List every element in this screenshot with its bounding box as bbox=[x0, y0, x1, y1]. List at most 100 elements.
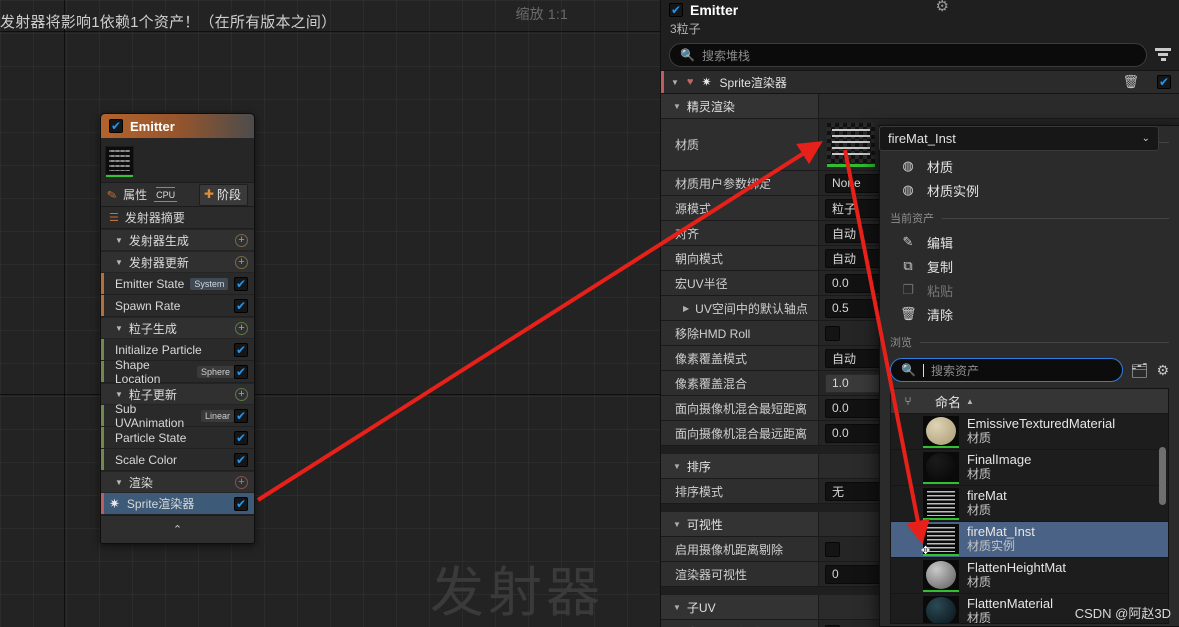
emitter-group-row[interactable]: ▼ 粒子生成 + bbox=[101, 317, 254, 339]
chevron-down-icon[interactable]: ▼ bbox=[115, 236, 123, 245]
asset-thumbnail: ✥ bbox=[921, 523, 959, 557]
module-enable-checkbox[interactable]: ✔ bbox=[234, 364, 248, 379]
emitter-summary-row[interactable]: ☰ 发射器摘要 bbox=[101, 207, 254, 229]
asset-list-item[interactable]: FlattenHeightMat 材质 bbox=[891, 558, 1168, 594]
emitter-renderer-row[interactable]: ✷ Sprite渲染器 ✔ bbox=[101, 493, 254, 515]
sprite-renderer-header[interactable]: ▼ ♥ ✷ Sprite渲染器 🗑 ✔ bbox=[661, 70, 1179, 94]
module-enable-checkbox[interactable]: ✔ bbox=[234, 430, 248, 445]
text-caret bbox=[922, 363, 924, 377]
picker-menu-item[interactable]: 🗑 清除 bbox=[880, 302, 1179, 326]
trash-icon[interactable]: 🗑 bbox=[1122, 74, 1139, 90]
emitter-module-row[interactable]: Scale Color ✔ bbox=[101, 449, 254, 471]
asset-list-item[interactable]: ✥ fireMat_Inst 材质实例 bbox=[891, 522, 1168, 558]
property-label-cell: 像素覆盖模式 bbox=[661, 346, 819, 370]
filter-icon[interactable] bbox=[1155, 48, 1171, 62]
add-module-button[interactable]: + bbox=[235, 233, 248, 247]
module-enable-checkbox[interactable]: ✔ bbox=[234, 298, 248, 313]
chevron-down-icon[interactable]: ▼ bbox=[115, 324, 123, 333]
details-emitter-title: Emitter bbox=[690, 2, 739, 18]
chevron-down-icon[interactable]: ▼ bbox=[671, 78, 679, 87]
emitter-properties-label[interactable]: 属性 bbox=[123, 186, 147, 203]
asset-search-input[interactable]: 🔍 搜索资产 bbox=[890, 358, 1123, 382]
asset-name-column-header[interactable]: 命名 ▲ bbox=[925, 392, 1168, 411]
settings-icon[interactable]: ⚙ bbox=[1156, 362, 1169, 379]
browse-icon[interactable]: 🗂 bbox=[1131, 362, 1149, 379]
renderer-enable-checkbox[interactable]: ✔ bbox=[234, 496, 248, 511]
warning-banner-text: 发射器将影响1依赖1个资产！（在所有版本之间） bbox=[0, 13, 337, 31]
picker-menu-item[interactable]: ◍ 材质 bbox=[880, 154, 1179, 178]
thumbnail-type-bar bbox=[923, 589, 959, 592]
emitter-module-row[interactable]: Spawn Rate ✔ bbox=[101, 295, 254, 317]
add-module-button[interactable]: + bbox=[235, 321, 248, 335]
material-asset-combo[interactable]: fireMat_Inst ⌄ bbox=[879, 126, 1159, 151]
emitter-module-row[interactable]: Emitter State System ✔ bbox=[101, 273, 254, 295]
details-panel: ✔ Emitter ⚙ 3粒子 🔍 搜索堆栈 ▼ ♥ ✷ Sprite渲染器 🗑… bbox=[660, 0, 1179, 627]
module-enable-checkbox[interactable]: ✔ bbox=[234, 342, 248, 357]
emitter-node[interactable]: ✔ Emitter ✎ 属性 CPU ✚ 阶段 ☰ 发射器摘要 ▼ 发射器生成 + ▼… bbox=[100, 113, 255, 544]
property-label: 材质 bbox=[675, 138, 700, 152]
asset-list-scrollbar[interactable] bbox=[1159, 447, 1166, 505]
picker-menu-item-label: 粘贴 bbox=[927, 283, 954, 299]
stack-search-input[interactable]: 🔍 搜索堆栈 bbox=[669, 43, 1147, 67]
module-enable-checkbox[interactable]: ✔ bbox=[234, 452, 248, 467]
chevron-down-icon[interactable]: ▼ bbox=[115, 258, 123, 267]
renderer-enable-checkbox[interactable]: ✔ bbox=[1157, 75, 1171, 89]
emitter-group-row[interactable]: ▼ 渲染 + bbox=[101, 471, 254, 493]
chevron-down-icon[interactable]: ▼ bbox=[115, 478, 123, 487]
emitter-module-row[interactable]: Sub UVAnimation Linear ✔ bbox=[101, 402, 254, 430]
asset-list-item[interactable]: EmissiveTexturedMaterial 材质 bbox=[891, 414, 1168, 450]
emitter-module-row[interactable]: Particle State ✔ bbox=[101, 427, 254, 449]
chevron-right-icon[interactable]: ▶ bbox=[683, 304, 689, 313]
asset-list[interactable]: ⑂ 命名 ▲ EmissiveTexturedMaterial 材质 FinalIm… bbox=[890, 388, 1169, 624]
add-module-button[interactable]: + bbox=[235, 475, 248, 489]
property-label: 子UV bbox=[686, 600, 716, 615]
material-thumbnail[interactable] bbox=[827, 123, 875, 167]
renderer-accent-bar bbox=[101, 493, 104, 514]
asset-list-item[interactable]: FinalImage 材质 bbox=[891, 450, 1168, 486]
add-stage-button[interactable]: ✚ 阶段 bbox=[198, 183, 248, 206]
asset-type: 材质 bbox=[967, 611, 992, 624]
emitter-module-row[interactable]: Shape Location Sphere ✔ bbox=[101, 358, 254, 386]
picker-menu-item[interactable]: ✎ 编辑 bbox=[880, 230, 1179, 254]
emitter-node-toolbar[interactable]: ✎ 属性 CPU ✚ 阶段 bbox=[101, 182, 254, 207]
emitter-enable-checkbox[interactable]: ✔ bbox=[109, 119, 123, 133]
chevron-down-icon[interactable]: ▼ bbox=[673, 102, 681, 111]
chevron-down-icon[interactable]: ▼ bbox=[115, 390, 123, 399]
asset-name: EmissiveTexturedMaterial bbox=[967, 416, 1116, 432]
asset-type: 材质 bbox=[967, 431, 992, 446]
module-accent-bar bbox=[101, 273, 104, 294]
chevron-down-icon[interactable]: ▼ bbox=[673, 462, 681, 471]
emitter-group-label: 渲染 bbox=[128, 475, 153, 490]
tree-icon[interactable]: ⑂ bbox=[891, 394, 925, 408]
thumbnail-pattern bbox=[832, 129, 870, 159]
thumbnail-type-bar bbox=[923, 481, 959, 484]
picker-section-browse: 浏览 bbox=[880, 330, 1179, 354]
emitter-group-row[interactable]: ▼ 发射器生成 + bbox=[101, 229, 254, 251]
picker-menu-item[interactable]: ◍ 材质实例 bbox=[880, 178, 1179, 202]
property-label-cell: 材质用户参数绑定 bbox=[661, 171, 819, 195]
property-label-cell: ▼ 子UV bbox=[661, 595, 819, 619]
property-label: 已启用子UV混合 bbox=[675, 624, 764, 627]
emitter-group-row[interactable]: ▼ 发射器更新 + bbox=[101, 251, 254, 273]
property-label-cell: 渲染器可视性 bbox=[661, 562, 819, 586]
property-label-cell: ▼ 排序 bbox=[661, 454, 819, 478]
add-module-button[interactable]: + bbox=[235, 255, 248, 269]
add-module-button[interactable]: + bbox=[235, 387, 248, 401]
property-checkbox[interactable] bbox=[825, 325, 840, 341]
chevron-down-icon[interactable]: ▼ bbox=[673, 520, 681, 529]
property-section-header[interactable]: ▼ 精灵渲染 bbox=[661, 94, 1179, 119]
property-checkbox[interactable] bbox=[825, 541, 840, 557]
module-enable-checkbox[interactable]: ✔ bbox=[234, 408, 248, 423]
details-emitter-checkbox[interactable]: ✔ bbox=[669, 3, 683, 17]
property-label-cell: 像素覆盖混合 bbox=[661, 371, 819, 395]
gear-icon[interactable]: ⚙ bbox=[936, 0, 949, 15]
emitter-collapse-button[interactable]: ⌃ bbox=[101, 515, 254, 543]
emitter-node-header[interactable]: ✔ Emitter bbox=[101, 114, 254, 138]
graph-canvas[interactable]: 发射器将影响1依赖1个资产！（在所有版本之间） 缩放 1:1 发射器 ✔ Emi… bbox=[0, 0, 660, 627]
module-enable-checkbox[interactable]: ✔ bbox=[234, 276, 248, 291]
thumbnail-type-bar bbox=[923, 445, 959, 448]
picker-menu-item[interactable]: ⧉ 复制 bbox=[880, 254, 1179, 278]
property-label-cell: 源模式 bbox=[661, 196, 819, 220]
asset-list-item[interactable]: fireMat 材质 bbox=[891, 486, 1168, 522]
chevron-down-icon[interactable]: ▼ bbox=[673, 603, 681, 612]
